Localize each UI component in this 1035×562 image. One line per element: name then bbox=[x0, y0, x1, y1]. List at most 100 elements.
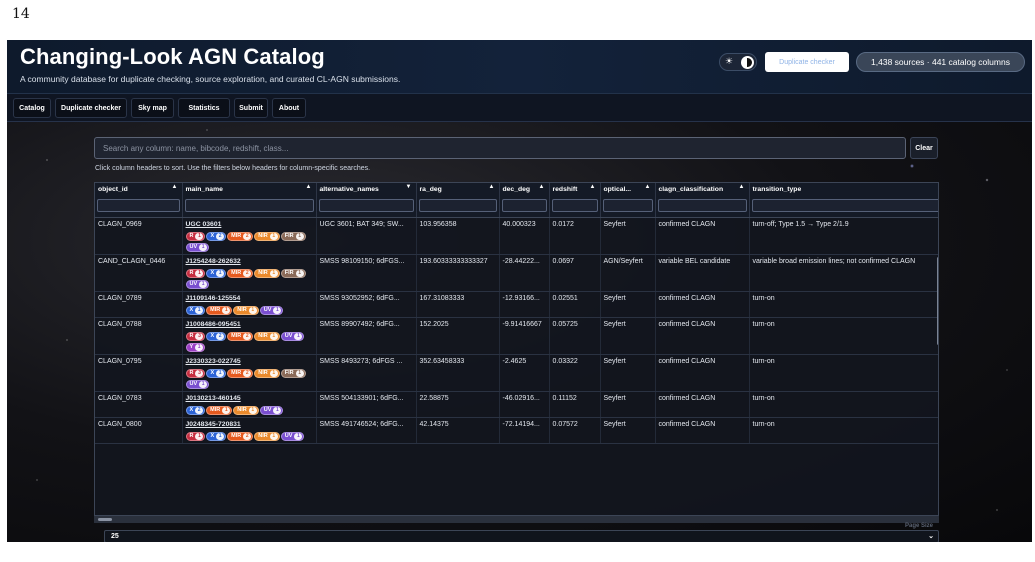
tab-catalog[interactable]: Catalog bbox=[13, 98, 51, 118]
tab-statistics[interactable]: Statistics bbox=[178, 98, 230, 118]
column-filter-cell bbox=[316, 195, 417, 218]
wavelength-badge[interactable]: X1 bbox=[206, 369, 227, 378]
tab-submit[interactable]: Submit bbox=[234, 98, 268, 118]
column-filter-cell bbox=[182, 195, 317, 218]
search-input[interactable] bbox=[94, 137, 906, 159]
page-size-select[interactable]: 25 ⌄ bbox=[104, 530, 939, 542]
column-filter-input[interactable] bbox=[551, 199, 598, 212]
main-name-link[interactable]: J0130213-460145 bbox=[186, 395, 313, 402]
wavelength-badge[interactable]: X1 bbox=[206, 432, 227, 441]
column-filter-input[interactable] bbox=[97, 199, 180, 212]
column-filter-input[interactable] bbox=[602, 199, 653, 212]
wavelength-badge[interactable]: MIR 2 bbox=[227, 369, 254, 378]
column-filter-input[interactable] bbox=[184, 199, 314, 212]
table-row[interactable]: CLAGN_0969 UGC 03601 R 1 X 2 MIR 2 NIR 1 FIR 1 UV 1 UG… bbox=[95, 217, 938, 255]
tab-about[interactable]: About bbox=[272, 98, 306, 118]
wavelength-badge[interactable]: UV 1 bbox=[259, 306, 284, 315]
wavelength-badge[interactable]: NIR 1 bbox=[233, 306, 259, 315]
badge-count: 1 bbox=[216, 270, 225, 277]
column-filter-input[interactable] bbox=[657, 199, 747, 212]
wavelength-badge[interactable]: Y1 bbox=[185, 343, 206, 352]
wavelength-badge[interactable]: R1 bbox=[185, 432, 206, 441]
wavelength-badges: R 3 X 1 MIR 2 NIR 1 FIR 1 UV 1 bbox=[185, 367, 313, 389]
wavelength-badge[interactable]: MIR 1 bbox=[206, 306, 233, 315]
column-header[interactable]: transition_type▲ bbox=[749, 183, 938, 195]
tab-sky-map[interactable]: Sky map bbox=[131, 98, 174, 118]
column-header[interactable]: optical... ▲ bbox=[600, 183, 656, 195]
cell-optical: Seyfert bbox=[600, 417, 656, 444]
column-header[interactable]: dec_deg ▲ bbox=[499, 183, 550, 195]
wavelength-badge[interactable]: UV 1 bbox=[259, 406, 284, 415]
wavelength-badge[interactable]: X1 bbox=[206, 269, 227, 278]
table-row[interactable]: CLAGN_0783 J0130213-460145 X 2 MIR 1 NIR 1 UV 1 SM… bbox=[95, 391, 938, 418]
wavelength-badge[interactable]: MIR 2 bbox=[227, 432, 254, 441]
badge-count: 2 bbox=[243, 370, 252, 377]
column-header[interactable]: clagn_classification ▲ bbox=[655, 183, 750, 195]
wavelength-badge[interactable]: FIR 1 bbox=[280, 232, 306, 241]
horizontal-scrollbar[interactable] bbox=[94, 516, 939, 523]
wavelength-badge[interactable]: R3 bbox=[185, 369, 206, 378]
table-row[interactable]: CLAGN_0788 J1008486-095451 R 3 X 2 MIR 2 NIR 1 UV 1… bbox=[95, 317, 938, 355]
table-row[interactable]: CLAGN_0795 J2330323-022745 R 3 X 1 MIR 2 NIR 1 FIR… bbox=[95, 354, 938, 392]
wavelength-badge[interactable]: UV 1 bbox=[280, 332, 305, 341]
wavelength-badge[interactable]: X1 bbox=[185, 306, 206, 315]
wavelength-badge[interactable]: FIR 1 bbox=[280, 369, 306, 378]
badge-band: NIR bbox=[258, 270, 268, 276]
wavelength-badge[interactable]: FIR 1 bbox=[280, 269, 306, 278]
column-header[interactable]: object_id ▲ bbox=[95, 183, 183, 195]
wavelength-badge[interactable]: NIR 1 bbox=[254, 432, 280, 441]
cell-main-name: UGC 03601 R 1 X 2 MIR 2 NIR 1 FIR 1 UV 1 bbox=[182, 217, 317, 255]
wavelength-badge[interactable]: UV 1 bbox=[185, 380, 210, 389]
clear-button[interactable]: Clear bbox=[910, 137, 938, 159]
cell-alternative-names: SMSS 89907492; 6dFG... bbox=[316, 317, 417, 355]
table-row[interactable]: CLAGN_0800 J0248345-720831 R 1 X 1 MIR 2 NIR 1 UV 1… bbox=[95, 417, 938, 444]
header: Changing-Look AGN Catalog A community da… bbox=[7, 40, 1032, 94]
column-header[interactable]: alternative_names ▼ bbox=[316, 183, 417, 195]
main-name-link[interactable]: J0248345-720831 bbox=[186, 421, 313, 428]
table-row[interactable]: CLAGN_0789 J1109146-125554 X 1 MIR 1 NIR 1 UV 1 SM… bbox=[95, 291, 938, 318]
main-name-link[interactable]: J1254248-262632 bbox=[186, 258, 313, 265]
cell-ra-deg: 22.58875 bbox=[416, 391, 500, 418]
wavelength-badge[interactable]: X2 bbox=[206, 232, 227, 241]
wavelength-badge[interactable]: NIR 1 bbox=[254, 269, 280, 278]
column-header[interactable]: redshift ▲ bbox=[549, 183, 601, 195]
badge-count: 1 bbox=[199, 244, 208, 251]
wavelength-badge[interactable]: MIR 2 bbox=[227, 269, 254, 278]
main-name-link[interactable]: UGC 03601 bbox=[186, 221, 313, 228]
column-filter-input[interactable] bbox=[318, 199, 414, 212]
column-filter-cell bbox=[749, 195, 938, 218]
badge-band: NIR bbox=[258, 370, 268, 376]
main-name-link[interactable]: J2330323-022745 bbox=[186, 358, 313, 365]
column-filter-input[interactable] bbox=[418, 199, 497, 212]
wavelength-badge[interactable]: R3 bbox=[185, 332, 206, 341]
horizontal-scrollbar-thumb[interactable] bbox=[98, 518, 112, 521]
column-filter-input[interactable] bbox=[501, 199, 547, 212]
tab-duplicate-checker[interactable]: Duplicate checker bbox=[55, 98, 127, 118]
cell-main-name: J0248345-720831 R 1 X 1 MIR 2 NIR 1 UV 1 bbox=[182, 417, 317, 444]
wavelength-badge[interactable]: MIR 2 bbox=[227, 332, 254, 341]
wavelength-badge[interactable]: X2 bbox=[185, 406, 206, 415]
wavelength-badge[interactable]: NIR 1 bbox=[254, 332, 280, 341]
column-header[interactable]: main_name ▲ bbox=[182, 183, 317, 195]
main-name-link[interactable]: J1008486-095451 bbox=[186, 321, 313, 328]
badge-band: MIR bbox=[231, 370, 242, 376]
badge-count: 1 bbox=[248, 307, 257, 314]
duplicate-checker-button[interactable]: Duplicate checker bbox=[765, 52, 849, 72]
wavelength-badge[interactable]: X2 bbox=[206, 332, 227, 341]
wavelength-badge[interactable]: UV 1 bbox=[185, 280, 210, 289]
column-filter-input[interactable] bbox=[751, 199, 938, 212]
theme-toggle[interactable]: ☀ bbox=[719, 53, 757, 71]
wavelength-badge[interactable]: NIR 1 bbox=[233, 406, 259, 415]
wavelength-badge[interactable]: UV 1 bbox=[280, 432, 305, 441]
wavelength-badge[interactable]: UV 1 bbox=[185, 243, 210, 252]
wavelength-badge[interactable]: MIR 2 bbox=[227, 232, 254, 241]
badge-band: R bbox=[189, 233, 194, 239]
main-name-link[interactable]: J1109146-125554 bbox=[186, 295, 313, 302]
column-header[interactable]: ra_deg ▲ bbox=[416, 183, 500, 195]
wavelength-badge[interactable]: NIR 1 bbox=[254, 369, 280, 378]
table-row[interactable]: CAND_CLAGN_0446 J1254248-262632 R 1 X 1 MIR 2 NI… bbox=[95, 254, 938, 292]
wavelength-badge[interactable]: R1 bbox=[185, 232, 206, 241]
wavelength-badge[interactable]: R1 bbox=[185, 269, 206, 278]
wavelength-badge[interactable]: MIR 1 bbox=[206, 406, 233, 415]
wavelength-badge[interactable]: NIR 1 bbox=[254, 232, 280, 241]
